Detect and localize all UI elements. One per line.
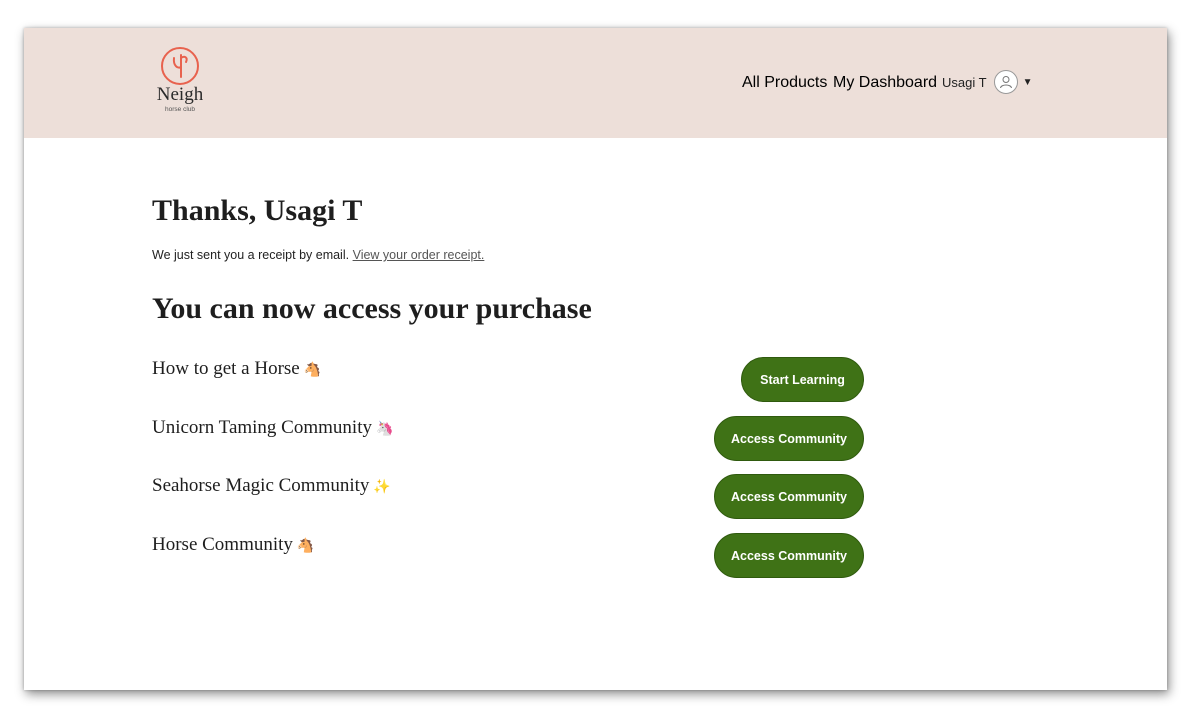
access-community-button[interactable]: Access Community bbox=[714, 416, 864, 461]
brand-logo[interactable]: Neigh horse club bbox=[152, 46, 208, 114]
site-header: Neigh horse club All Products My Dashboa… bbox=[24, 28, 1167, 138]
horse-icon: 🐴 bbox=[296, 539, 315, 554]
receipt-text: We just sent you a receipt by email. bbox=[152, 248, 350, 262]
access-community-button[interactable]: Access Community bbox=[714, 533, 864, 578]
product-row: How to get a Horse 🐴 Start Learning bbox=[152, 357, 864, 404]
unicorn-icon: 🦄 bbox=[375, 422, 394, 437]
product-name: Horse Community 🐴 bbox=[152, 534, 314, 556]
user-avatar-icon bbox=[993, 70, 1018, 94]
browser-window: Neigh horse club All Products My Dashboa… bbox=[24, 28, 1167, 690]
start-learning-button[interactable]: Start Learning bbox=[741, 357, 864, 402]
receipt-message: We just sent you a receipt by email. Vie… bbox=[152, 248, 484, 262]
brand-name: Neigh bbox=[156, 84, 204, 105]
product-row: Unicorn Taming Community 🦄 Access Communi… bbox=[152, 416, 864, 463]
product-row: Seahorse Magic Community ✨ Access Communi… bbox=[152, 474, 864, 521]
horse-icon: 🐴 bbox=[303, 363, 322, 378]
caret-down-icon: ▼ bbox=[1022, 76, 1033, 88]
product-title: Unicorn Taming Community bbox=[152, 417, 372, 438]
user-menu[interactable]: Usagi T ▼ bbox=[942, 70, 1032, 94]
product-title: Seahorse Magic Community bbox=[152, 475, 370, 496]
product-title: How to get a Horse bbox=[152, 358, 300, 379]
nav-all-products[interactable]: All Products bbox=[742, 74, 827, 92]
order-receipt-link[interactable]: View your order receipt. bbox=[353, 248, 485, 262]
sparkles-icon: ✨ bbox=[373, 480, 391, 495]
product-name: How to get a Horse 🐴 bbox=[152, 358, 321, 380]
product-name: Seahorse Magic Community ✨ bbox=[152, 475, 391, 497]
access-community-button[interactable]: Access Community bbox=[714, 474, 864, 519]
nav-my-dashboard[interactable]: My Dashboard bbox=[833, 74, 937, 92]
product-title: Horse Community bbox=[152, 534, 293, 555]
product-row: Horse Community 🐴 Access Community bbox=[152, 533, 864, 580]
thanks-heading: Thanks, Usagi T bbox=[152, 194, 363, 227]
access-heading: You can now access your purchase bbox=[152, 292, 592, 325]
user-name: Usagi T bbox=[942, 74, 987, 90]
horse-logo-icon bbox=[161, 47, 199, 85]
product-name: Unicorn Taming Community 🦄 bbox=[152, 417, 393, 439]
brand-tagline: horse club bbox=[165, 106, 195, 113]
